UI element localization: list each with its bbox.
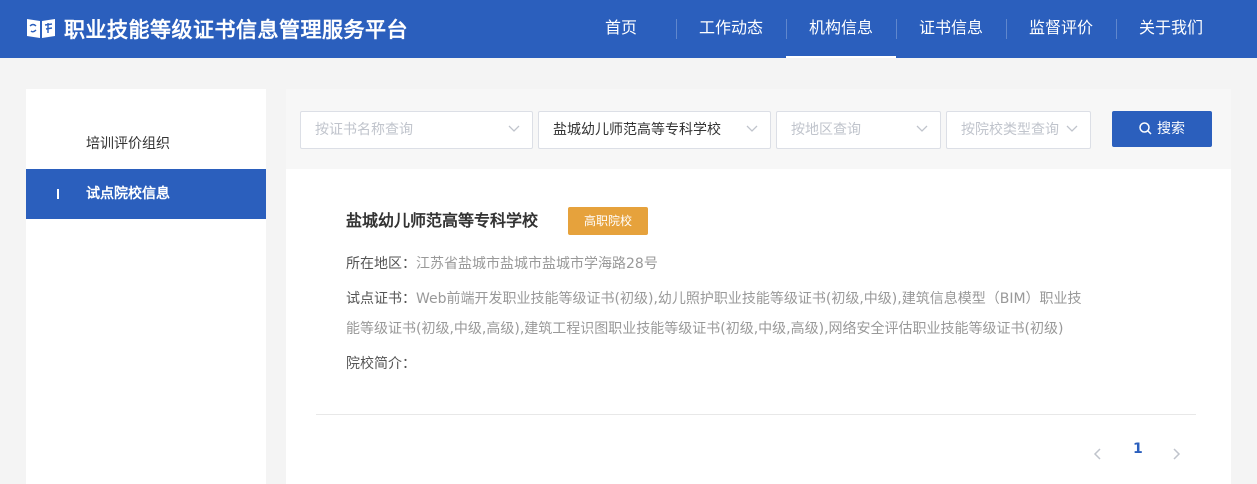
region-value: 江苏省盐城市盐城市盐城市学海路28号: [416, 256, 658, 272]
school-select-value: 盐城幼儿师范高等专科学校: [553, 122, 721, 138]
main-panel: 按证书名称查询 盐城幼儿师范高等专科学校 按地区查询 按院校类型查询 搜索 盐城…: [286, 89, 1231, 484]
divider: [316, 414, 1196, 415]
nav-institution-info[interactable]: 机构信息: [786, 0, 896, 58]
next-page-icon[interactable]: [1171, 447, 1181, 461]
sidebar-item-label: 培训评价组织: [86, 136, 170, 152]
region-row: 所在地区：江苏省盐城市盐城市盐城市学海路28号: [346, 249, 1086, 279]
certificate-select[interactable]: 按证书名称查询: [300, 111, 533, 149]
filter-bar: 按证书名称查询 盐城幼儿师范高等专科学校 按地区查询 按院校类型查询 搜索: [286, 89, 1231, 169]
nav-about-us[interactable]: 关于我们: [1116, 0, 1226, 58]
main-nav: 首页 工作动态 机构信息 证书信息 监督评价 关于我们: [566, 0, 1226, 58]
certificates-value: Web前端开发职业技能等级证书(初级),幼儿照护职业技能等级证书(初级,中级),…: [346, 291, 1082, 337]
chevron-down-icon: [1066, 125, 1078, 132]
chevron-down-icon: [746, 125, 758, 132]
certificates-label: 试点证书：: [346, 291, 416, 307]
region-select-placeholder: 按地区查询: [791, 122, 861, 138]
search-button-label: 搜索: [1157, 121, 1185, 137]
school-type-select-placeholder: 按院校类型查询: [961, 122, 1059, 138]
site-title: 职业技能等级证书信息管理服务平台: [64, 18, 408, 42]
page-number-current[interactable]: 1: [1133, 441, 1143, 457]
nav-certificate-info[interactable]: 证书信息: [896, 0, 1006, 58]
school-type-select[interactable]: 按院校类型查询: [946, 111, 1091, 149]
region-select[interactable]: 按地区查询: [776, 111, 941, 149]
sidebar: 培训评价组织 试点院校信息: [26, 89, 266, 484]
certificate-select-placeholder: 按证书名称查询: [315, 122, 413, 138]
prev-page-icon[interactable]: [1093, 447, 1103, 461]
intro-label: 院校简介：: [346, 356, 416, 372]
intro-row: 院校简介：: [346, 349, 1086, 379]
certificates-row: 试点证书：Web前端开发职业技能等级证书(初级),幼儿照护职业技能等级证书(初级…: [346, 284, 1086, 344]
school-name[interactable]: 盐城幼儿师范高等专科学校: [346, 207, 538, 231]
nav-work-news[interactable]: 工作动态: [676, 0, 786, 58]
nav-supervision[interactable]: 监督评价: [1006, 0, 1116, 58]
search-icon: [1139, 122, 1152, 135]
sidebar-item-training-org[interactable]: 培训评价组织: [26, 119, 266, 169]
chevron-down-icon: [508, 125, 520, 132]
school-type-badge: 高职院校: [568, 207, 648, 235]
school-select[interactable]: 盐城幼儿师范高等专科学校: [538, 111, 771, 149]
sidebar-item-label: 试点院校信息: [86, 186, 170, 202]
logo-icon: [27, 19, 55, 38]
nav-home[interactable]: 首页: [566, 0, 676, 58]
region-label: 所在地区：: [346, 256, 416, 272]
search-button[interactable]: 搜索: [1112, 111, 1212, 147]
top-header: 职业技能等级证书信息管理服务平台 首页 工作动态 机构信息 证书信息 监督评价 …: [0, 0, 1257, 58]
active-indicator: [57, 189, 59, 199]
chevron-down-icon: [916, 125, 928, 132]
sidebar-item-pilot-schools[interactable]: 试点院校信息: [26, 169, 266, 219]
